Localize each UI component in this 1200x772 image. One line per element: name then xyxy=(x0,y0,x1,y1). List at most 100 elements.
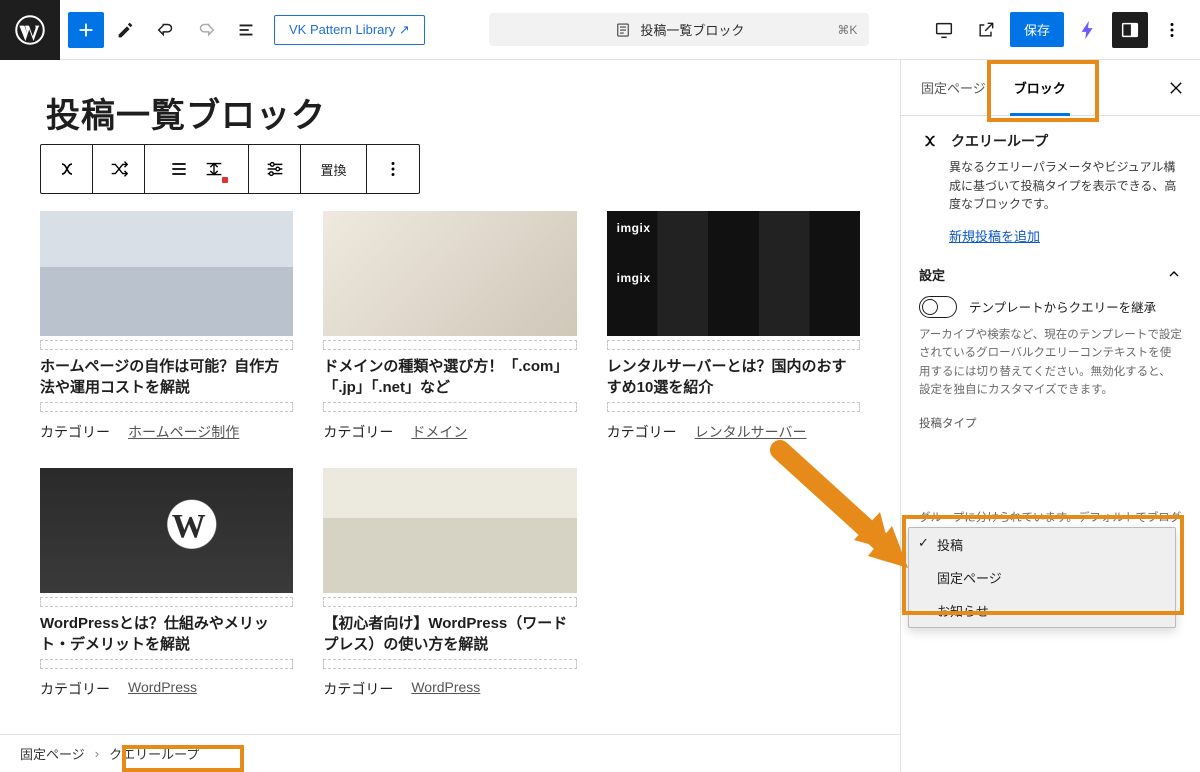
close-sidebar-button[interactable] xyxy=(1158,70,1194,106)
settings-label: 設定 xyxy=(919,265,945,284)
post-separator xyxy=(40,659,293,669)
post-thumbnail[interactable] xyxy=(323,211,576,336)
category-label: カテゴリー xyxy=(607,422,677,442)
post-title[interactable]: レンタルサーバーとは？国内のおすすめ10選を紹介 xyxy=(607,356,860,398)
more-menu-button[interactable] xyxy=(1154,12,1190,48)
plus-icon xyxy=(75,19,97,41)
save-button[interactable]: 保存 xyxy=(1010,12,1064,47)
shuffle-button[interactable] xyxy=(93,145,145,193)
document-outline-button[interactable] xyxy=(228,12,264,48)
display-settings-button[interactable] xyxy=(249,145,301,193)
post-type-option[interactable]: 投稿 xyxy=(909,528,1175,561)
redo-icon xyxy=(195,19,217,41)
post-separator xyxy=(40,597,293,607)
vk-pattern-library-link[interactable]: VK Pattern Library ↗ xyxy=(274,15,425,45)
inherit-query-toggle[interactable] xyxy=(919,296,957,318)
align-and-width-buttons[interactable] xyxy=(145,145,249,193)
list-icon xyxy=(235,19,257,41)
bolt-icon xyxy=(1077,19,1099,41)
tab-block[interactable]: ブロック xyxy=(1000,60,1080,116)
category-label: カテゴリー xyxy=(40,679,110,699)
category-link[interactable]: WordPress xyxy=(128,679,197,699)
document-switcher[interactable]: 投稿一覧ブロック ⌘K xyxy=(489,13,869,46)
post-separator xyxy=(323,402,576,412)
post-thumbnail[interactable] xyxy=(323,468,576,593)
post-type-label: 投稿タイプ xyxy=(919,415,1182,431)
undo-icon xyxy=(155,19,177,41)
tab-page[interactable]: 固定ページ xyxy=(907,60,1000,116)
desktop-icon xyxy=(933,19,955,41)
post-title[interactable]: 【初心者向け】WordPress（ワードプレス）の使い方を解説 xyxy=(323,613,576,655)
kebab-icon xyxy=(382,158,404,180)
inherit-query-help: アーカイブや検索など、現在のテンプレートで設定されているグローバルクエリーコンテ… xyxy=(919,326,1182,400)
post-card[interactable]: ドメインの種類や選び方！「.com」「.jp」「.net」などカテゴリードメイン xyxy=(323,211,576,442)
post-card[interactable]: ホームページの自作は可能？自作方法や運用コストを解説カテゴリーホームページ制作 xyxy=(40,211,293,442)
block-inserter-button[interactable] xyxy=(68,12,104,48)
category-label: カテゴリー xyxy=(323,422,393,442)
replace-label: 置換 xyxy=(320,160,346,179)
width-icon-wrapper xyxy=(203,158,225,180)
fullwidth-icon xyxy=(203,158,225,180)
block-more-button[interactable] xyxy=(367,145,419,193)
sliders-icon xyxy=(264,158,286,180)
close-icon xyxy=(1167,79,1185,97)
view-button[interactable] xyxy=(926,12,962,48)
loop-icon xyxy=(55,157,79,181)
category-label: カテゴリー xyxy=(40,422,110,442)
pencil-icon xyxy=(115,19,137,41)
page-title[interactable]: 投稿一覧ブロック xyxy=(46,88,860,137)
replace-button[interactable]: 置換 xyxy=(301,145,367,193)
settings-sidebar: 固定ページ ブロック クエリーループ 異なるクエリーパラメータやビジュアル構成に… xyxy=(900,60,1200,772)
block-breadcrumb: 固定ページ › クエリーループ xyxy=(0,734,900,772)
open-external-button[interactable] xyxy=(968,12,1004,48)
document-title: 投稿一覧ブロック xyxy=(640,20,744,39)
block-toolbar: 置換 xyxy=(40,144,420,194)
category-link[interactable]: ドメイン xyxy=(411,422,467,442)
post-type-option[interactable]: お知らせ xyxy=(909,594,1175,627)
block-description: 異なるクエリーパラメータやビジュアル構成に基づいて投稿タイプを表示できる、高度な… xyxy=(949,158,1182,214)
chevron-up-icon xyxy=(1166,266,1182,282)
undo-button[interactable] xyxy=(148,12,184,48)
page-icon xyxy=(614,21,632,39)
breadcrumb-separator: › xyxy=(95,746,99,761)
post-separator xyxy=(323,659,576,669)
post-title[interactable]: ドメインの種類や選び方！「.com」「.jp」「.net」など xyxy=(323,356,576,398)
post-title[interactable]: ホームページの自作は可能？自作方法や運用コストを解説 xyxy=(40,356,293,398)
post-thumbnail[interactable] xyxy=(40,211,293,336)
redo-button[interactable] xyxy=(188,12,224,48)
add-new-post-link[interactable]: 新規投稿を追加 xyxy=(949,226,1040,245)
wordpress-logo[interactable] xyxy=(0,0,60,60)
breadcrumb-leaf[interactable]: クエリーループ xyxy=(109,744,199,763)
post-card[interactable]: 【初心者向け】WordPress（ワードプレス）の使い方を解説カテゴリーWord… xyxy=(323,468,576,699)
block-name: クエリーループ xyxy=(951,131,1048,151)
kebab-icon xyxy=(1161,19,1183,41)
post-type-option[interactable]: 固定ページ xyxy=(909,561,1175,594)
inherit-query-label: テンプレートからクエリーを継承 xyxy=(969,297,1156,316)
post-card[interactable]: imgiximgix レンタルサーバーとは？国内のおすすめ10選を紹介カテゴリーレ… xyxy=(607,211,860,442)
sidebar-icon xyxy=(1119,19,1141,41)
query-loop-block[interactable]: ホームページの自作は可能？自作方法や運用コストを解説カテゴリーホームページ制作ド… xyxy=(40,141,860,699)
post-thumbnail[interactable]: imgiximgix xyxy=(607,211,860,336)
edit-mode-button[interactable] xyxy=(108,12,144,48)
category-link[interactable]: WordPress xyxy=(411,679,480,699)
block-card: クエリーループ xyxy=(919,130,1182,152)
post-separator xyxy=(40,340,293,350)
post-card[interactable]: WordPressとは？仕組みやメリット・デメリットを解説カテゴリー WordPr… xyxy=(40,468,293,699)
settings-panel-toggle[interactable] xyxy=(1112,12,1148,48)
post-separator xyxy=(323,597,576,607)
external-link-icon xyxy=(976,20,996,40)
command-hint: ⌘K xyxy=(837,23,857,37)
loop-icon xyxy=(919,130,941,152)
block-type-button[interactable] xyxy=(41,145,93,193)
category-link[interactable]: レンタルサーバー xyxy=(695,422,807,442)
settings-section-header[interactable]: 設定 xyxy=(919,265,1182,284)
sidebar-tabs: 固定ページ ブロック xyxy=(901,60,1200,116)
category-link[interactable]: ホームページ制作 xyxy=(128,422,239,442)
post-type-select[interactable]: 投稿固定ページお知らせ xyxy=(908,527,1176,628)
post-separator xyxy=(607,340,860,350)
shuffle-icon xyxy=(108,158,130,180)
post-title[interactable]: WordPressとは？仕組みやメリット・デメリットを解説 xyxy=(40,613,293,655)
breadcrumb-root[interactable]: 固定ページ xyxy=(20,744,85,763)
jetpack-button[interactable] xyxy=(1070,12,1106,48)
post-thumbnail[interactable] xyxy=(40,468,293,593)
